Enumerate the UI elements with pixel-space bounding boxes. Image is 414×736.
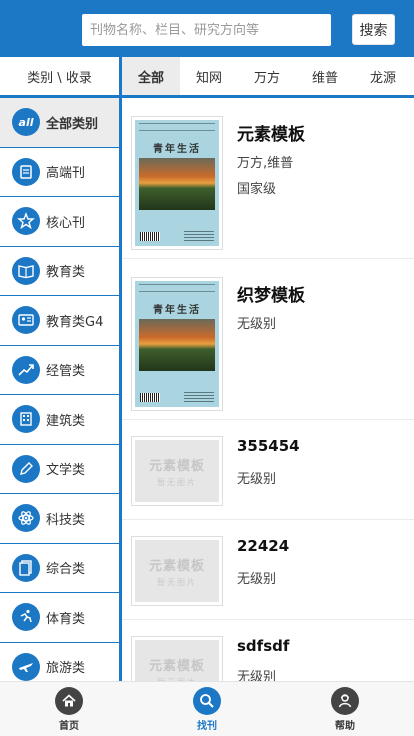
sidebar-item-general[interactable]: 综合类 bbox=[0, 544, 119, 593]
building-icon bbox=[12, 405, 40, 434]
journal-level: 无级别 bbox=[237, 670, 277, 681]
sidebar-item-label: 综合类 bbox=[46, 562, 86, 578]
pen-icon bbox=[12, 454, 40, 483]
category-sidebar: all 全部类别 高端刊 核心刊 教育类 教育类G4 经管类 建筑类 文学类 科… bbox=[0, 98, 122, 681]
journal-title: 355454 bbox=[237, 437, 300, 455]
barcode-icon bbox=[140, 232, 160, 241]
sidebar-item-label: 文学类 bbox=[46, 463, 86, 479]
placeholder-sub: 暂无图片 bbox=[157, 477, 197, 487]
nav-label: 帮助 bbox=[335, 720, 355, 732]
placeholder-main: 元素模板 bbox=[148, 658, 205, 674]
book-icon bbox=[12, 256, 40, 285]
nav-home[interactable]: 首页 bbox=[0, 682, 138, 736]
journal-level: 国家级 bbox=[237, 182, 277, 197]
list-item[interactable]: 元素模板 暂无图片 22424 无级别 bbox=[122, 520, 414, 620]
journal-cover-placeholder: 元素模板 暂无图片 bbox=[131, 636, 223, 681]
list-item[interactable]: 元素模板 暂无图片 sdfsdf 无级别 bbox=[122, 620, 414, 681]
search-button[interactable]: 搜索 bbox=[352, 14, 395, 45]
sidebar-item-label: 核心刊 bbox=[46, 215, 86, 231]
sidebar-item-label: 建筑类 bbox=[46, 413, 86, 429]
all-icon: all bbox=[12, 108, 40, 137]
sidebar-item-technology[interactable]: 科技类 bbox=[0, 494, 119, 544]
star-icon bbox=[12, 207, 40, 236]
sidebar-item-high-end[interactable]: 高端刊 bbox=[0, 148, 119, 197]
sidebar-item-label: 科技类 bbox=[46, 512, 86, 528]
cover-title: 青年生活 bbox=[153, 144, 201, 155]
cover-title: 青年生活 bbox=[153, 305, 201, 316]
sidebar-item-literature[interactable]: 文学类 bbox=[0, 445, 119, 494]
sidebar-item-label: 体育类 bbox=[46, 611, 86, 627]
search-icon bbox=[193, 686, 221, 715]
placeholder-main: 元素模板 bbox=[148, 558, 205, 574]
sidebar-item-label: 全部类别 bbox=[46, 116, 99, 132]
sidebar-item-label: 旅游类 bbox=[46, 661, 86, 677]
journal-level: 无级别 bbox=[237, 317, 277, 332]
runner-icon bbox=[12, 603, 40, 632]
journal-list: 青年生活 元素模板 万方,维普 国家级 青年生活 织梦模板 无级别 元素模板 暂… bbox=[122, 98, 414, 681]
placeholder-sub: 暂无图片 bbox=[157, 577, 197, 587]
journal-cover: 青年生活 bbox=[131, 116, 223, 250]
sidebar-item-management[interactable]: 经管类 bbox=[0, 346, 119, 395]
tab-all[interactable]: 全部 bbox=[122, 57, 180, 95]
atom-icon bbox=[12, 504, 40, 533]
sidebar-item-education[interactable]: 教育类 bbox=[0, 247, 119, 296]
all-icon-text: all bbox=[18, 115, 34, 129]
barcode-icon bbox=[140, 393, 160, 402]
document-icon bbox=[12, 553, 40, 582]
nav-label: 找刊 bbox=[197, 720, 217, 732]
sidebar-item-core[interactable]: 核心刊 bbox=[0, 197, 119, 247]
journal-title: 元素模板 bbox=[237, 125, 305, 145]
journal-title: 织梦模板 bbox=[237, 286, 305, 306]
nav-help[interactable]: 帮助 bbox=[276, 682, 414, 736]
sidebar-item-education-g4[interactable]: 教育类G4 bbox=[0, 296, 119, 346]
journal-title: sdfsdf bbox=[237, 637, 290, 655]
journal-cover-placeholder: 元素模板 暂无图片 bbox=[131, 536, 223, 606]
journal-level: 无级别 bbox=[237, 472, 277, 487]
category-filter-header: 类别 \ 收录 bbox=[0, 57, 122, 98]
top-header: 搜索 bbox=[0, 0, 414, 57]
list-item[interactable]: 青年生活 织梦模板 无级别 bbox=[122, 259, 414, 420]
journal-cover-placeholder: 元素模板 暂无图片 bbox=[131, 436, 223, 506]
journal-index: 万方,维普 bbox=[237, 156, 294, 171]
chart-icon bbox=[12, 355, 40, 384]
index-tabs: 全部 知网 万方 维普 龙源 bbox=[122, 57, 414, 98]
sidebar-item-label: 教育类G4 bbox=[46, 314, 104, 330]
reader-icon bbox=[12, 306, 40, 335]
sidebar-item-architecture[interactable]: 建筑类 bbox=[0, 395, 119, 445]
help-icon bbox=[331, 686, 359, 715]
plane-icon bbox=[12, 652, 40, 681]
journal-title: 22424 bbox=[237, 537, 290, 555]
magazine-icon bbox=[12, 157, 40, 186]
sidebar-item-sports[interactable]: 体育类 bbox=[0, 593, 119, 643]
nav-label: 首页 bbox=[59, 720, 79, 732]
tab-cnki[interactable]: 知网 bbox=[180, 57, 238, 95]
sidebar-item-label: 教育类 bbox=[46, 265, 86, 281]
sidebar-item-label: 高端刊 bbox=[46, 166, 86, 182]
tab-longyuan[interactable]: 龙源 bbox=[354, 57, 412, 95]
sidebar-item-all[interactable]: all 全部类别 bbox=[0, 98, 119, 148]
bottom-nav: 首页 找刊 帮助 bbox=[0, 681, 414, 736]
nav-find-journal[interactable]: 找刊 bbox=[138, 682, 276, 736]
placeholder-main: 元素模板 bbox=[148, 458, 205, 474]
tab-vip[interactable]: 维普 bbox=[296, 57, 354, 95]
list-item[interactable]: 元素模板 暂无图片 355454 无级别 bbox=[122, 420, 414, 520]
home-icon bbox=[55, 686, 83, 715]
list-item[interactable]: 青年生活 元素模板 万方,维普 国家级 bbox=[122, 98, 414, 259]
journal-level: 无级别 bbox=[237, 572, 277, 587]
sidebar-item-travel[interactable]: 旅游类 bbox=[0, 643, 119, 682]
tab-wanfang[interactable]: 万方 bbox=[238, 57, 296, 95]
search-input[interactable] bbox=[82, 14, 331, 46]
journal-cover: 青年生活 bbox=[131, 277, 223, 411]
sidebar-item-label: 经管类 bbox=[46, 364, 86, 380]
